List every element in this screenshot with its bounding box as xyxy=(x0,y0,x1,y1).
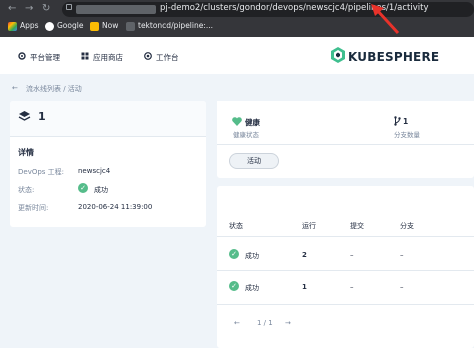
apps-icon xyxy=(8,22,17,31)
bookmark-tektoncd[interactable]: tektoncd/pipeline:... xyxy=(138,21,213,30)
nav-platform[interactable]: 平台管理 xyxy=(30,52,60,63)
row-divider xyxy=(217,304,474,305)
heart-icon xyxy=(232,117,242,126)
branch-icon xyxy=(394,116,401,126)
workbench-icon xyxy=(144,52,152,60)
activity-table-card xyxy=(217,186,474,348)
github-icon xyxy=(126,22,135,31)
bookmark-google[interactable]: Google xyxy=(57,21,83,30)
field-status-label: 状态: xyxy=(18,186,35,194)
pager-text: 1 / 1 xyxy=(257,319,273,327)
nav-appstore[interactable]: 应用商店 xyxy=(93,52,123,63)
run-number: 1 xyxy=(38,110,46,123)
success-check-icon: ✓ xyxy=(78,183,88,193)
row-run[interactable]: 1 xyxy=(302,283,307,291)
breadcrumb[interactable]: 流水线列表 / 活动 xyxy=(26,84,82,94)
bookmark-apps[interactable]: Apps xyxy=(20,21,39,30)
detail-title: 详情 xyxy=(18,148,34,157)
col-header-run: 运行 xyxy=(302,222,316,230)
back-icon[interactable]: ← xyxy=(8,3,16,14)
back-arrow-icon[interactable]: ← xyxy=(12,84,18,92)
forward-icon[interactable]: → xyxy=(25,3,33,14)
row-commit: – xyxy=(350,251,354,259)
col-header-branch: 分支 xyxy=(400,222,414,230)
kubesphere-logo-icon xyxy=(331,47,345,63)
field-status-value: 成功 xyxy=(94,186,108,194)
reload-icon[interactable]: ↻ xyxy=(42,3,50,14)
row-commit: – xyxy=(350,283,354,291)
col-header-status: 状态 xyxy=(229,222,243,230)
branch-count-label: 分支数量 xyxy=(394,131,420,139)
prev-page-icon[interactable]: ← xyxy=(234,319,240,327)
row-run[interactable]: 2 xyxy=(302,251,307,259)
field-updated-label: 更新时间: xyxy=(18,204,49,212)
lock-icon xyxy=(66,4,72,10)
row-branch: – xyxy=(400,283,404,291)
gear-icon xyxy=(18,52,26,60)
field-devops-value: newscjc4 xyxy=(78,167,111,175)
nav-workbench[interactable]: 工作台 xyxy=(156,52,179,63)
redacted-host xyxy=(76,5,156,14)
branch-count-value: 1 xyxy=(403,117,409,126)
google-icon xyxy=(45,22,54,31)
success-check-icon: ✓ xyxy=(229,281,239,291)
folder-icon xyxy=(90,22,99,31)
logo-text: KUBESPHERE xyxy=(348,50,440,64)
tab-activity[interactable]: 活动 xyxy=(229,153,279,169)
next-page-icon[interactable]: → xyxy=(285,319,291,327)
row-status[interactable]: 成功 xyxy=(245,251,259,261)
health-label: 健康状态 xyxy=(233,131,259,139)
field-devops-label: DevOps 工程: xyxy=(18,168,65,176)
success-check-icon: ✓ xyxy=(229,249,239,259)
field-updated-value: 2020-06-24 11:39:00 xyxy=(78,203,153,211)
row-divider xyxy=(217,236,474,237)
appstore-icon xyxy=(81,52,89,60)
row-divider xyxy=(217,270,474,271)
col-header-commit: 提交 xyxy=(350,222,364,230)
annotation-arrow xyxy=(371,4,400,35)
row-status[interactable]: 成功 xyxy=(245,283,259,293)
bookmark-now[interactable]: Now xyxy=(102,21,118,30)
health-value: 健康 xyxy=(245,118,260,127)
row-branch: – xyxy=(400,251,404,259)
layers-icon xyxy=(18,111,31,121)
